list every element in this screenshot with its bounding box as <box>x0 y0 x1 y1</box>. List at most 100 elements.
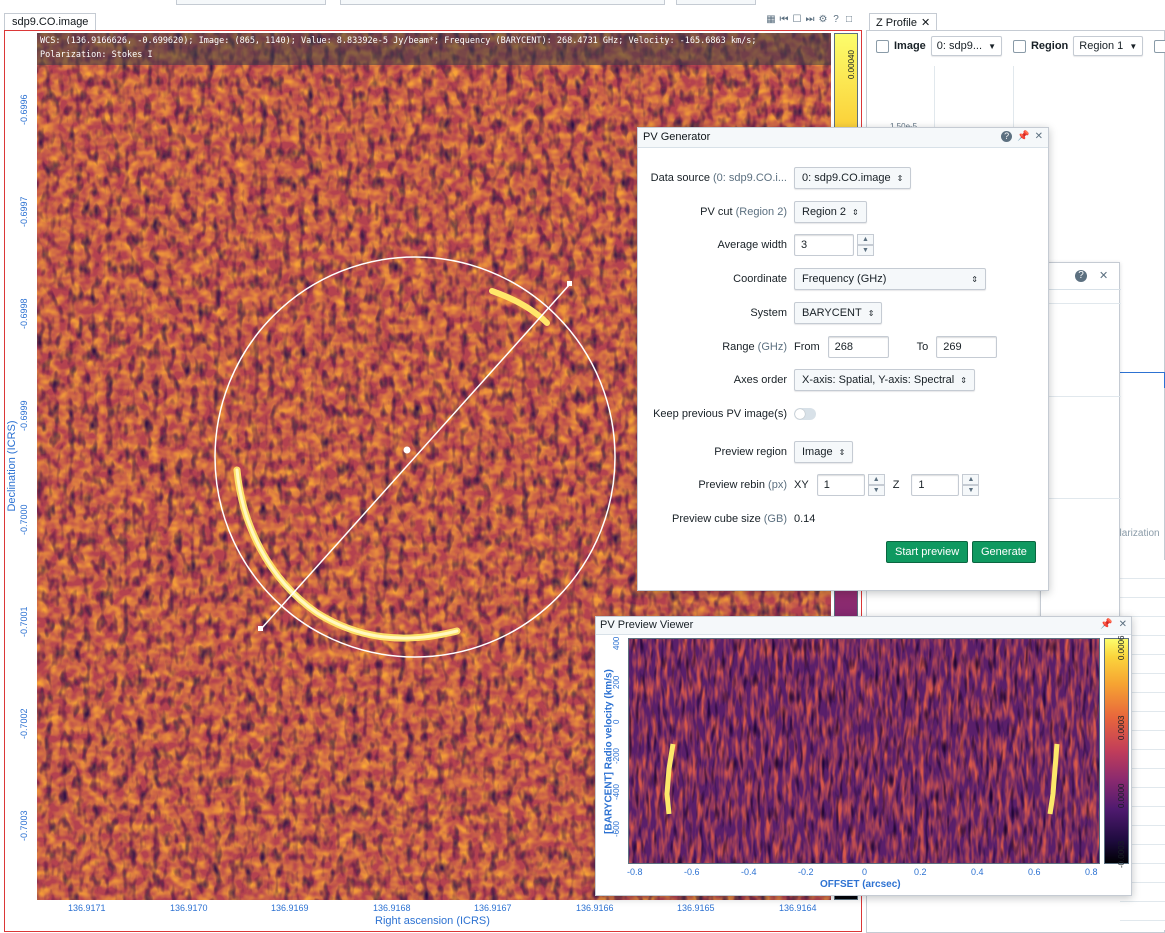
average-width-input[interactable]: 3 <box>794 234 854 256</box>
row-preview-rebin: Preview rebin (px) XY 1 ▲ ▼ Z 1 ▲ ▼ <box>638 473 1050 497</box>
pv-cut-handle-end[interactable] <box>567 281 572 286</box>
pv-y-axis-label: [BARYCENT] Radio velocity (km/s) <box>603 669 615 834</box>
pv-noise-dark <box>629 639 1099 863</box>
from-label: From <box>794 341 820 353</box>
range-to-input[interactable]: 269 <box>936 336 998 358</box>
preview-rebin-label: Preview rebin (px) <box>698 479 787 491</box>
pv-cbar-tick: 0.0006 <box>1117 635 1126 660</box>
region-select[interactable]: Region 1 ▼ <box>1073 36 1144 56</box>
viewer-header-icons: ▦ ⏮ ☐ ⏭ ⚙ ? □ <box>766 13 860 27</box>
row-system: System BARYCENT ⇕ <box>638 301 1050 325</box>
row-average-width: Average width 3 ▲ ▼ <box>638 233 1050 257</box>
help-icon[interactable]: ? <box>831 15 841 25</box>
x-tick: 136.9166 <box>576 903 614 913</box>
range-from-input[interactable]: 268 <box>827 336 889 358</box>
help-icon[interactable]: ? <box>1075 270 1087 282</box>
preview-region-value: Image <box>802 446 833 458</box>
colorbar-top-label: 0.00040 <box>847 50 856 79</box>
y-tick: -0.6998 <box>19 298 29 329</box>
cube-size-label: Preview cube size (GB) <box>672 513 787 525</box>
x-tick: 136.9168 <box>373 903 411 913</box>
chevron-down-icon[interactable]: ▼ <box>867 485 885 496</box>
row-axes-order: Axes order X-axis: Spatial, Y-axis: Spec… <box>638 368 1050 392</box>
data-source-select[interactable]: 0: sdp9.CO.image ⇕ <box>794 167 912 189</box>
average-width-stepper[interactable]: ▲ ▼ <box>857 234 874 256</box>
pv-x-tick: 0.6 <box>1028 867 1041 877</box>
rebin-z-input[interactable]: 1 <box>911 474 960 496</box>
close-icon[interactable]: ✕ <box>921 17 930 29</box>
pv-x-tick: -0.6 <box>684 867 700 877</box>
next-frame-icon[interactable]: ⏭ <box>805 15 815 25</box>
stats-checkbox[interactable] <box>1154 39 1165 53</box>
close-icon[interactable]: ✕ <box>1119 619 1127 630</box>
y-tick: -0.7003 <box>19 810 29 841</box>
pin-icon[interactable]: 📌 <box>1017 131 1029 142</box>
cursor-info-line2: Polarization: Stokes I <box>40 50 153 60</box>
help-icon[interactable]: ? <box>1001 131 1013 142</box>
chevron-up-icon[interactable]: ▲ <box>857 234 874 245</box>
row-coordinate: Coordinate Frequency (GHz) ⇕ <box>638 267 1050 291</box>
pin-icon[interactable]: 📌 <box>1100 619 1112 630</box>
system-select[interactable]: BARYCENT ⇕ <box>794 302 883 324</box>
layout-icon[interactable]: ▦ <box>766 15 776 25</box>
coordinate-label: Coordinate <box>733 273 787 285</box>
coordinate-value: Frequency (GHz) <box>802 273 887 285</box>
chevron-up-icon[interactable]: ▲ <box>962 474 980 485</box>
pv-cut-select[interactable]: Region 2 ⇕ <box>794 201 867 223</box>
range-label: Range (GHz) <box>722 341 787 353</box>
y-tick: -0.7000 <box>19 504 29 535</box>
pv-colorbar[interactable] <box>1104 638 1129 864</box>
divider <box>1041 303 1121 304</box>
image-select-value: 0: sdp9... <box>936 40 983 52</box>
pv-preview-image[interactable] <box>628 638 1100 864</box>
start-preview-button[interactable]: Start preview <box>886 541 969 563</box>
double-caret-icon: ⇕ <box>896 173 904 183</box>
pv-cut-handle-start[interactable] <box>258 626 263 631</box>
tab-z-profile[interactable]: Z Profile ✕ <box>869 13 938 30</box>
close-icon[interactable]: ✕ <box>1035 131 1043 142</box>
first-frame-icon[interactable]: ⏮ <box>779 15 789 25</box>
system-value: BARYCENT <box>802 307 862 319</box>
pv-generator-header[interactable]: PV Generator ? 📌 ✕ <box>638 128 1048 148</box>
top-toolbar-strip <box>0 0 1165 12</box>
y-tick: -0.6999 <box>19 400 29 431</box>
region-checkbox[interactable] <box>1012 39 1026 53</box>
rebin-xy-stepper[interactable]: ▲ ▼ <box>867 474 885 496</box>
x-tick: 136.9167 <box>474 903 512 913</box>
row-pv-cut: PV cut (Region 2) Region 2 ⇕ <box>638 200 1050 224</box>
axes-order-select[interactable]: X-axis: Spatial, Y-axis: Spectral ⇕ <box>794 369 975 391</box>
data-source-label: Data source (0: sdp9.CO.i... <box>650 172 787 184</box>
keep-previous-toggle[interactable] <box>794 408 816 420</box>
row-range: Range (GHz) From 268 To 269 <box>638 335 1050 359</box>
x-axis-label: Right ascension (ICRS) <box>375 915 490 927</box>
tab-title: sdp9.CO.image <box>12 16 89 28</box>
single-frame-icon[interactable]: ☐ <box>792 15 802 25</box>
pv-preview-header[interactable]: PV Preview Viewer 📌 ✕ <box>596 617 1131 635</box>
rebin-z-stepper[interactable]: ▲ ▼ <box>962 474 980 496</box>
image-checkbox[interactable] <box>876 39 889 53</box>
pv-x-tick: 0.4 <box>971 867 984 877</box>
coordinate-select[interactable]: Frequency (GHz) ⇕ <box>794 268 986 290</box>
double-caret-icon: ⇕ <box>971 274 978 284</box>
row-keep-previous: Keep previous PV image(s) <box>638 402 1050 426</box>
rebin-xy-input[interactable]: 1 <box>816 474 865 496</box>
chevron-down-icon[interactable]: ▼ <box>857 245 874 256</box>
polarization-hint: olarization <box>1114 528 1160 539</box>
chevron-down-icon[interactable]: ▼ <box>962 485 980 496</box>
gear-icon[interactable]: ⚙ <box>818 15 828 25</box>
chevron-up-icon[interactable]: ▲ <box>867 474 885 485</box>
tab-image-viewer[interactable]: sdp9.CO.image <box>4 13 97 30</box>
preview-region-select[interactable]: Image ⇕ <box>794 441 854 463</box>
image-select[interactable]: 0: sdp9... ▼ <box>930 36 1002 56</box>
pv-cbar-tick: 0.0000 <box>1117 783 1126 808</box>
ellipse-center-handle[interactable] <box>403 446 411 454</box>
region-label: Region <box>1030 40 1069 52</box>
generate-button[interactable]: Generate <box>972 541 1036 563</box>
to-label: To <box>916 341 929 353</box>
tab-title: Z Profile <box>876 17 917 29</box>
divider <box>1041 498 1121 499</box>
close-icon[interactable]: □ <box>844 15 854 25</box>
close-icon[interactable]: ✕ <box>1099 269 1108 282</box>
pv-y-tick: 400 <box>612 636 621 650</box>
background-dialog: ? ✕ <box>1040 262 1121 618</box>
